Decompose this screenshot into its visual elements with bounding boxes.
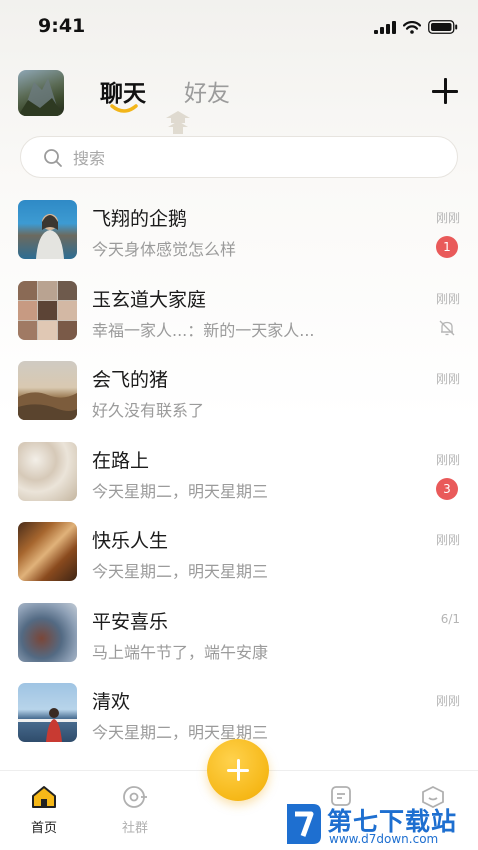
chat-avatar — [18, 441, 77, 501]
pagoda-decoration-icon — [166, 111, 190, 134]
watermark-logo-icon — [287, 804, 321, 844]
chat-item[interactable]: 快乐人生 今天星期二，明天星期三 刚刚 — [0, 512, 478, 593]
tab-community-label: 社群 — [121, 821, 148, 836]
site-watermark: 第七下载站 www.d7down.com — [283, 800, 478, 850]
chat-time: 刚刚 — [435, 291, 460, 306]
active-tab-indicator — [110, 104, 138, 113]
search-input[interactable] — [73, 145, 433, 171]
tab-home[interactable]: 首页 — [14, 785, 74, 836]
status-bar: 9:41 — [0, 0, 478, 50]
chat-name: 玉玄道大家庭 — [92, 288, 207, 311]
chat-time: 刚刚 — [435, 452, 460, 467]
person-photo-icon — [36, 214, 64, 259]
search-icon — [44, 149, 62, 167]
chat-list: 飞翔的企鹅 今天身体感觉怎么样 刚刚 1 玉玄道大家庭 幸福一家人...：新的一… — [0, 190, 478, 754]
chat-avatar — [18, 683, 77, 742]
chat-item[interactable]: 在路上 今天星期二，明天星期三 刚刚 3 — [0, 432, 478, 513]
group-avatar — [18, 280, 77, 340]
chat-preview: 今天星期二，明天星期三 — [92, 562, 269, 581]
chat-time: 刚刚 — [435, 694, 460, 708]
add-button[interactable] — [432, 78, 458, 104]
signal-icon — [374, 20, 396, 34]
community-icon — [123, 786, 147, 808]
chat-name: 会飞的猪 — [92, 369, 169, 391]
chat-avatar — [18, 361, 77, 420]
chat-time: 6/1 — [440, 611, 460, 626]
chat-name: 清欢 — [92, 691, 131, 713]
chat-item[interactable]: 玉玄道大家庭 幸福一家人...：新的一天家人... 刚刚 — [0, 271, 478, 352]
chat-item[interactable]: 平安喜乐 马上端午节了，端午安康 6/1 — [0, 593, 478, 674]
chat-preview: 今天身体感觉怎么样 — [92, 240, 237, 259]
chat-time: 刚刚 — [435, 372, 460, 386]
chat-time: 刚刚 — [435, 533, 460, 547]
unread-badge: 1 — [436, 236, 458, 258]
chat-avatar — [18, 200, 77, 259]
chat-name: 平安喜乐 — [92, 610, 169, 633]
chat-avatar — [18, 602, 77, 662]
chat-time: 刚刚 — [435, 211, 460, 225]
chat-name: 在路上 — [92, 449, 150, 472]
unread-badge: 3 — [436, 477, 458, 500]
battery-icon — [428, 20, 458, 34]
search-bar[interactable] — [20, 136, 458, 178]
chat-preview: 幸福一家人...：新的一天家人... — [92, 320, 315, 340]
status-icons — [374, 20, 458, 34]
group-avatar-grid — [18, 280, 77, 340]
tab-friends[interactable]: 好友 — [184, 74, 230, 108]
chat-name: 快乐人生 — [92, 530, 169, 552]
create-button[interactable] — [207, 739, 269, 801]
chat-preview: 马上端午节了，端午安康 — [92, 642, 269, 662]
chat-item[interactable]: 飞翔的企鹅 今天身体感觉怎么样 刚刚 1 — [0, 190, 478, 271]
seaside-photo-icon — [18, 708, 77, 742]
landscape-photo-icon — [18, 392, 77, 420]
wifi-icon — [403, 20, 421, 34]
status-time: 9:41 — [38, 15, 86, 37]
tab-community[interactable]: 社群 — [105, 785, 165, 836]
chat-item[interactable]: 会飞的猪 好久没有联系了 刚刚 — [0, 351, 478, 432]
chat-name: 飞翔的企鹅 — [92, 208, 188, 230]
tab-home-label: 首页 — [30, 821, 57, 836]
chat-preview: 好久没有联系了 — [92, 401, 205, 420]
tab-chat[interactable]: 聊天 — [100, 74, 146, 108]
mute-bell-icon — [439, 320, 455, 335]
chat-preview: 今天星期二，明天星期三 — [92, 481, 269, 501]
mountain-photo-icon — [18, 78, 64, 116]
my-avatar[interactable] — [18, 70, 64, 116]
home-icon — [32, 786, 56, 808]
chat-avatar — [18, 522, 77, 581]
watermark-url: www.d7down.com — [329, 832, 439, 846]
header: 聊天 好友 — [0, 60, 478, 120]
